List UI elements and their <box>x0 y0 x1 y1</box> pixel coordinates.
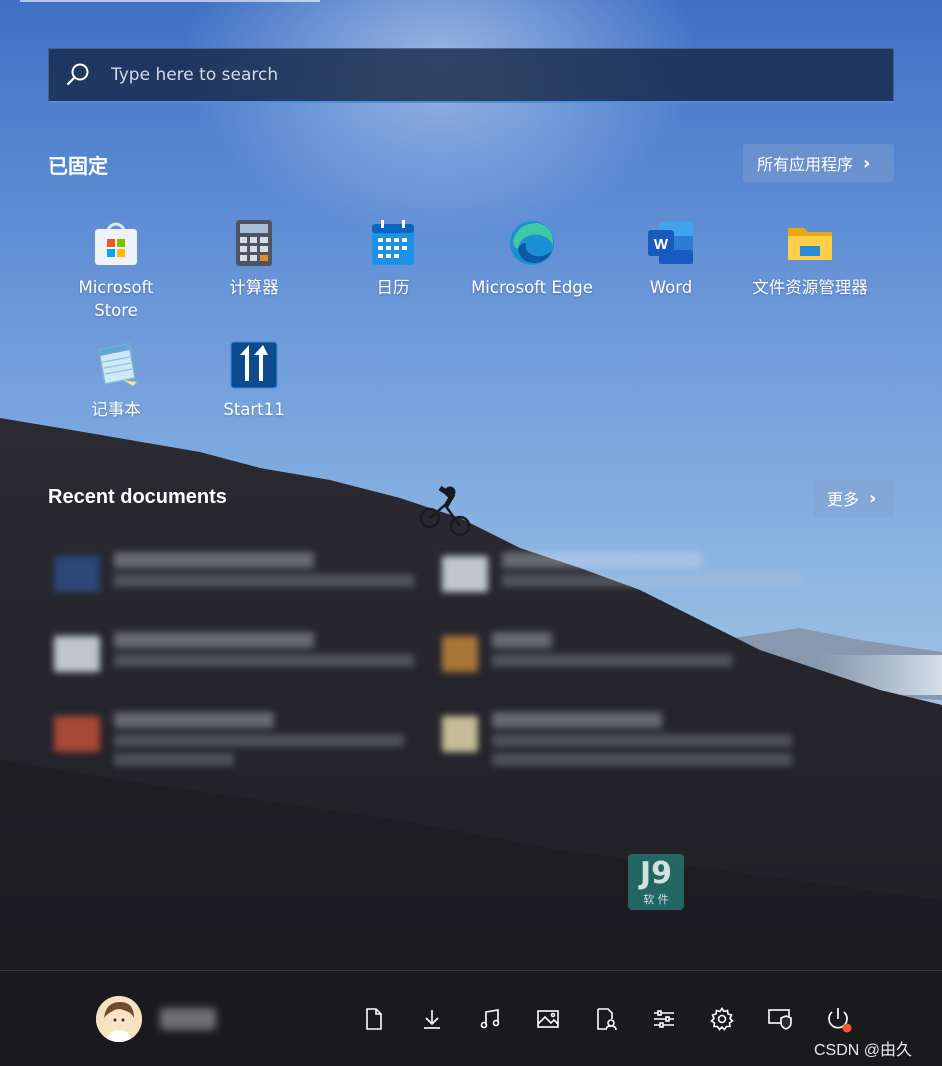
documents-icon[interactable] <box>359 1004 389 1034</box>
recent-document-item[interactable] <box>54 712 404 782</box>
app-label: Microsoft Store <box>78 278 154 320</box>
pictures-icon[interactable] <box>533 1004 563 1034</box>
recent-document-item[interactable] <box>54 552 414 622</box>
app-label: Word <box>649 278 693 297</box>
user-folder-icon[interactable] <box>591 1004 621 1034</box>
document-thumbnail <box>442 556 488 592</box>
app-label: 计算器 <box>229 278 279 297</box>
settings-sliders-icon[interactable] <box>649 1004 679 1034</box>
pinned-app-start11[interactable]: Start11 <box>184 340 324 421</box>
start11-icon <box>229 340 279 390</box>
document-thumbnail <box>54 556 100 592</box>
network-shield-icon[interactable] <box>765 1004 795 1034</box>
chevron-right-icon: › <box>863 152 871 174</box>
pinned-app-file-explorer[interactable]: 文件资源管理器 <box>740 218 880 299</box>
music-icon[interactable] <box>475 1004 505 1034</box>
calculator-icon <box>229 218 279 268</box>
notification-dot <box>842 1023 852 1033</box>
app-label: Microsoft Edge <box>471 278 593 297</box>
more-button[interactable]: 更多 › <box>813 479 894 517</box>
word-icon: W <box>646 218 696 268</box>
search-input[interactable] <box>109 64 893 86</box>
avatar[interactable] <box>96 996 142 1042</box>
watermark-logo: J9 软 件 <box>628 854 684 910</box>
start-menu: 已固定 所有应用程序 › Microsoft Store <box>0 0 942 1066</box>
gear-icon[interactable] <box>707 1004 737 1034</box>
document-thumbnail <box>442 636 478 672</box>
logo-text: J9 <box>639 856 673 891</box>
recent-documents-title: Recent documents <box>48 486 227 508</box>
edge-icon <box>507 218 557 268</box>
calendar-icon <box>368 218 418 268</box>
pinned-app-edge[interactable]: Microsoft Edge <box>462 218 602 299</box>
pinned-app-word[interactable]: W Word <box>601 218 741 299</box>
notepad-icon <box>91 340 141 390</box>
document-thumbnail <box>54 636 100 672</box>
recent-document-item[interactable] <box>442 712 792 782</box>
power-icon[interactable] <box>823 1004 853 1034</box>
pinned-title: 已固定 <box>48 156 108 178</box>
document-thumbnail <box>442 716 478 752</box>
watermark-text: CSDN @由久 <box>814 1042 913 1059</box>
chevron-right-icon: › <box>869 487 877 509</box>
pinned-app-calendar[interactable]: 日历 <box>323 218 463 299</box>
pinned-app-calculator[interactable]: 计算器 <box>184 218 324 299</box>
svg-text:W: W <box>654 236 669 253</box>
all-apps-button[interactable]: 所有应用程序 › <box>743 144 894 182</box>
app-label: 记事本 <box>91 400 141 419</box>
recent-document-item[interactable] <box>442 632 732 702</box>
recent-document-item[interactable] <box>442 552 802 622</box>
logo-subtext: 软 件 <box>643 893 669 906</box>
username-redacted[interactable] <box>160 1008 216 1030</box>
search-icon <box>63 60 93 90</box>
pinned-app-notepad[interactable]: 记事本 <box>46 340 186 421</box>
file-explorer-icon <box>785 218 835 268</box>
app-label: Start11 <box>223 400 285 419</box>
downloads-icon[interactable] <box>417 1004 447 1034</box>
app-label: 文件资源管理器 <box>752 278 868 297</box>
all-apps-label: 所有应用程序 <box>757 155 854 174</box>
pinned-app-microsoft-store[interactable]: Microsoft Store <box>46 218 186 322</box>
document-thumbnail <box>54 716 100 752</box>
search-box[interactable] <box>48 48 894 103</box>
app-label: 日历 <box>376 278 410 297</box>
microsoft-store-icon <box>91 218 141 268</box>
more-label: 更多 <box>827 490 860 509</box>
recent-document-item[interactable] <box>54 632 414 702</box>
